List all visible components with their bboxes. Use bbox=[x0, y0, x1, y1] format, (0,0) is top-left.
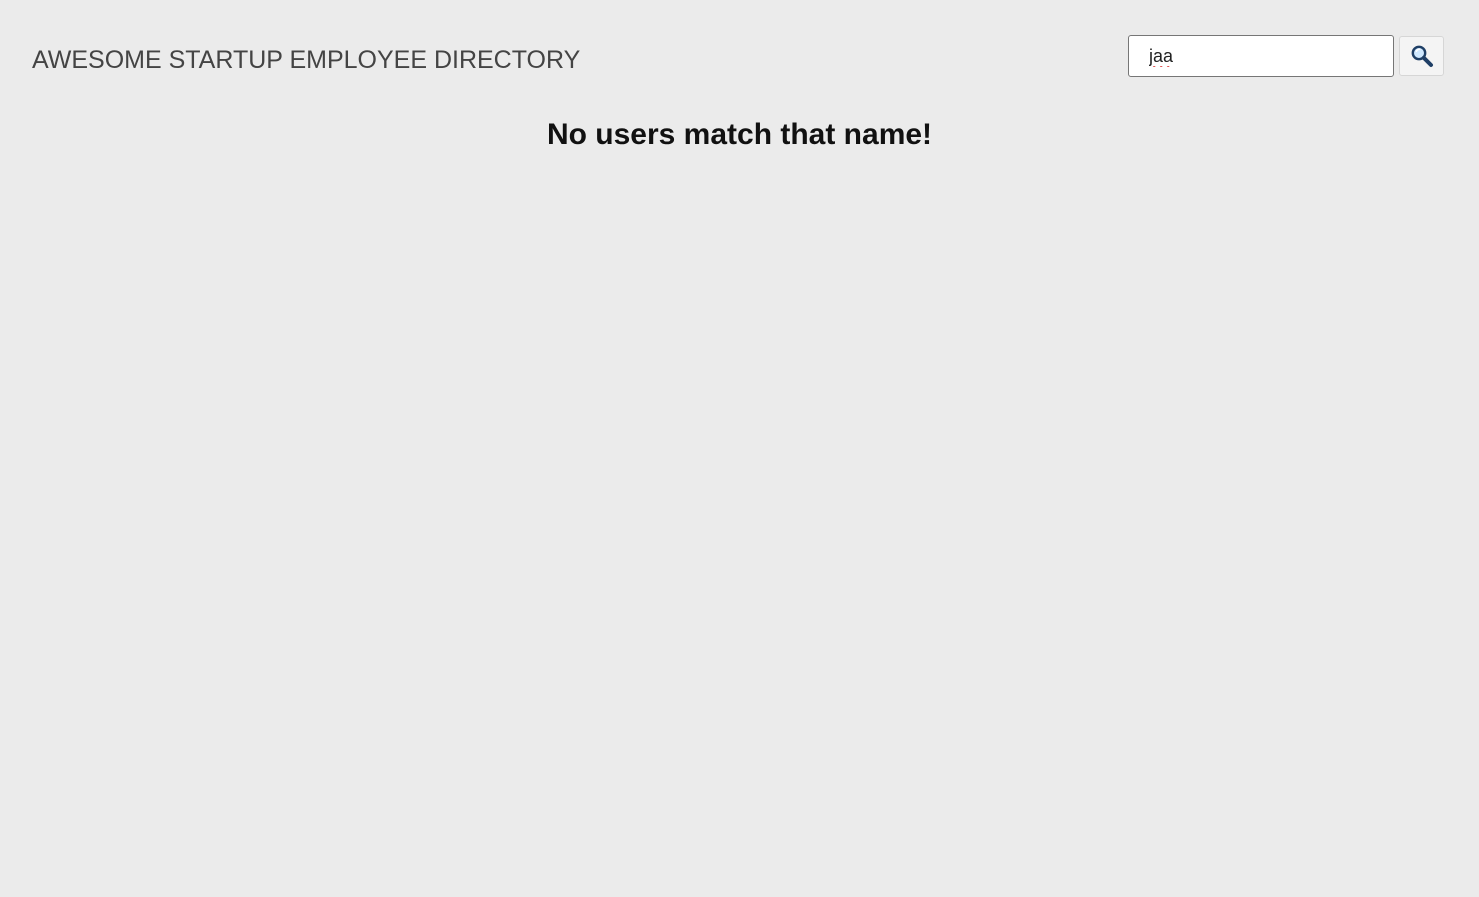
search-form bbox=[1128, 35, 1444, 77]
empty-results-message: No users match that name! bbox=[546, 118, 933, 151]
page-title: AWESOME STARTUP EMPLOYEE DIRECTORY bbox=[32, 46, 581, 74]
search-icon bbox=[1410, 44, 1434, 68]
page-header: AWESOME STARTUP EMPLOYEE DIRECTORY bbox=[0, 0, 1479, 110]
search-input[interactable] bbox=[1128, 35, 1394, 77]
search-button[interactable] bbox=[1399, 36, 1444, 76]
